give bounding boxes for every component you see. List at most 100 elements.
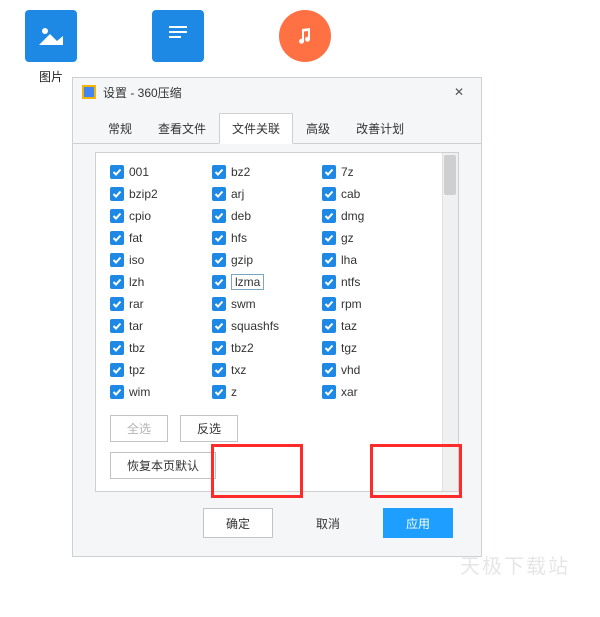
checkbox-fat[interactable]: fat [110, 229, 198, 247]
close-icon[interactable]: ✕ [445, 82, 473, 102]
checkbox-rpm[interactable]: rpm [322, 295, 402, 313]
desktop-item[interactable]: 图片 [25, 10, 77, 85]
checkbox-label: deb [231, 209, 251, 223]
checkbox-label: iso [129, 253, 144, 267]
document-icon [152, 10, 204, 62]
checkbox-label: 001 [129, 165, 149, 179]
music-icon [279, 10, 331, 62]
checkbox-squashfs[interactable]: squashfs [212, 317, 308, 335]
image-icon [25, 10, 77, 62]
checkbox-icon [110, 341, 124, 355]
checkbox-label: arj [231, 187, 244, 201]
checkbox-7z[interactable]: 7z [322, 163, 402, 181]
tab-improve[interactable]: 改善计划 [343, 113, 417, 144]
checkbox-label: cpio [129, 209, 151, 223]
checkbox-tpz[interactable]: tpz [110, 361, 198, 379]
checkbox-tbz2[interactable]: tbz2 [212, 339, 308, 357]
checkbox-001[interactable]: 001 [110, 163, 198, 181]
checkbox-icon [110, 363, 124, 377]
checkbox-icon [110, 187, 124, 201]
checkbox-tar[interactable]: tar [110, 317, 198, 335]
scrollbar-thumb[interactable] [444, 155, 456, 195]
checkbox-icon [110, 297, 124, 311]
checkbox-rar[interactable]: rar [110, 295, 198, 313]
titlebar: 设置 - 360压缩 ✕ [73, 78, 481, 106]
restore-defaults-button[interactable]: 恢复本页默认 [110, 452, 216, 479]
association-panel: 001 bzip2 cpio fat iso lzh rar tar tbz tpz wim bz2 a… [95, 152, 459, 492]
checkbox-z[interactable]: z [212, 383, 308, 401]
checkbox-label: lzh [129, 275, 144, 289]
checkbox-icon [212, 385, 226, 399]
cancel-button[interactable]: 取消 [293, 508, 363, 538]
checkbox-dmg[interactable]: dmg [322, 207, 402, 225]
checkbox-iso[interactable]: iso [110, 251, 198, 269]
invert-button[interactable]: 反选 [180, 415, 238, 442]
checkbox-arj[interactable]: arj [212, 185, 308, 203]
tabstrip: 常规 查看文件 文件关联 高级 改善计划 [73, 106, 481, 144]
checkbox-tbz[interactable]: tbz [110, 339, 198, 357]
checkbox-deb[interactable]: deb [212, 207, 308, 225]
checkbox-bzip2[interactable]: bzip2 [110, 185, 198, 203]
scrollbar-track[interactable] [442, 153, 458, 491]
checkbox-gz[interactable]: gz [322, 229, 402, 247]
checkbox-icon [212, 187, 226, 201]
checkbox-icon [212, 275, 226, 289]
checkbox-label: gzip [231, 253, 253, 267]
checkbox-icon [212, 319, 226, 333]
checkbox-label: rar [129, 297, 144, 311]
checkbox-vhd[interactable]: vhd [322, 361, 402, 379]
checkbox-cpio[interactable]: cpio [110, 207, 198, 225]
checkbox-label: cab [341, 187, 360, 201]
checkbox-txz[interactable]: txz [212, 361, 308, 379]
checkbox-tgz[interactable]: tgz [322, 339, 402, 357]
checkbox-label: tgz [341, 341, 357, 355]
checkbox-icon [322, 297, 336, 311]
checkbox-label: xar [341, 385, 358, 399]
checkbox-icon [212, 231, 226, 245]
checkbox-hfs[interactable]: hfs [212, 229, 308, 247]
checkbox-cab[interactable]: cab [322, 185, 402, 203]
checkbox-gzip[interactable]: gzip [212, 251, 308, 269]
checkbox-label: tpz [129, 363, 145, 377]
desktop-item[interactable] [279, 10, 331, 85]
checkbox-wim[interactable]: wim [110, 383, 198, 401]
checkbox-label: rpm [341, 297, 362, 311]
checkbox-icon [212, 165, 226, 179]
checkbox-icon [110, 275, 124, 289]
apply-button[interactable]: 应用 [383, 508, 453, 538]
tab-general[interactable]: 常规 [95, 113, 145, 144]
checkbox-icon [212, 209, 226, 223]
checkbox-xar[interactable]: xar [322, 383, 402, 401]
checkbox-lzh[interactable]: lzh [110, 273, 198, 291]
checkbox-icon [110, 209, 124, 223]
tab-advanced[interactable]: 高级 [293, 113, 343, 144]
checkbox-lha[interactable]: lha [322, 251, 402, 269]
checkbox-label: tar [129, 319, 143, 333]
checkbox-ntfs[interactable]: ntfs [322, 273, 402, 291]
checkbox-icon [322, 341, 336, 355]
checkbox-icon [212, 253, 226, 267]
checkbox-swm[interactable]: swm [212, 295, 308, 313]
checkbox-icon [212, 297, 226, 311]
checkbox-bz2[interactable]: bz2 [212, 163, 308, 181]
checkbox-taz[interactable]: taz [322, 317, 402, 335]
checkbox-label: tbz2 [231, 341, 254, 355]
select-all-button[interactable]: 全选 [110, 415, 168, 442]
watermark: 天极下载站 [460, 550, 570, 579]
desktop-item[interactable] [152, 10, 204, 85]
checkbox-icon [110, 385, 124, 399]
checkbox-label: ntfs [341, 275, 360, 289]
ok-button[interactable]: 确定 [203, 508, 273, 538]
checkbox-icon [322, 319, 336, 333]
dialog-title: 设置 - 360压缩 [103, 84, 445, 101]
checkbox-label: txz [231, 363, 246, 377]
tab-association[interactable]: 文件关联 [219, 113, 293, 144]
checkbox-label: dmg [341, 209, 364, 223]
tab-viewfile[interactable]: 查看文件 [145, 113, 219, 144]
checkbox-label: bzip2 [129, 187, 158, 201]
checkbox-lzma[interactable]: lzma [212, 273, 308, 291]
checkbox-label: lha [341, 253, 357, 267]
checkbox-icon [322, 231, 336, 245]
checkbox-icon [110, 319, 124, 333]
checkbox-icon [322, 187, 336, 201]
